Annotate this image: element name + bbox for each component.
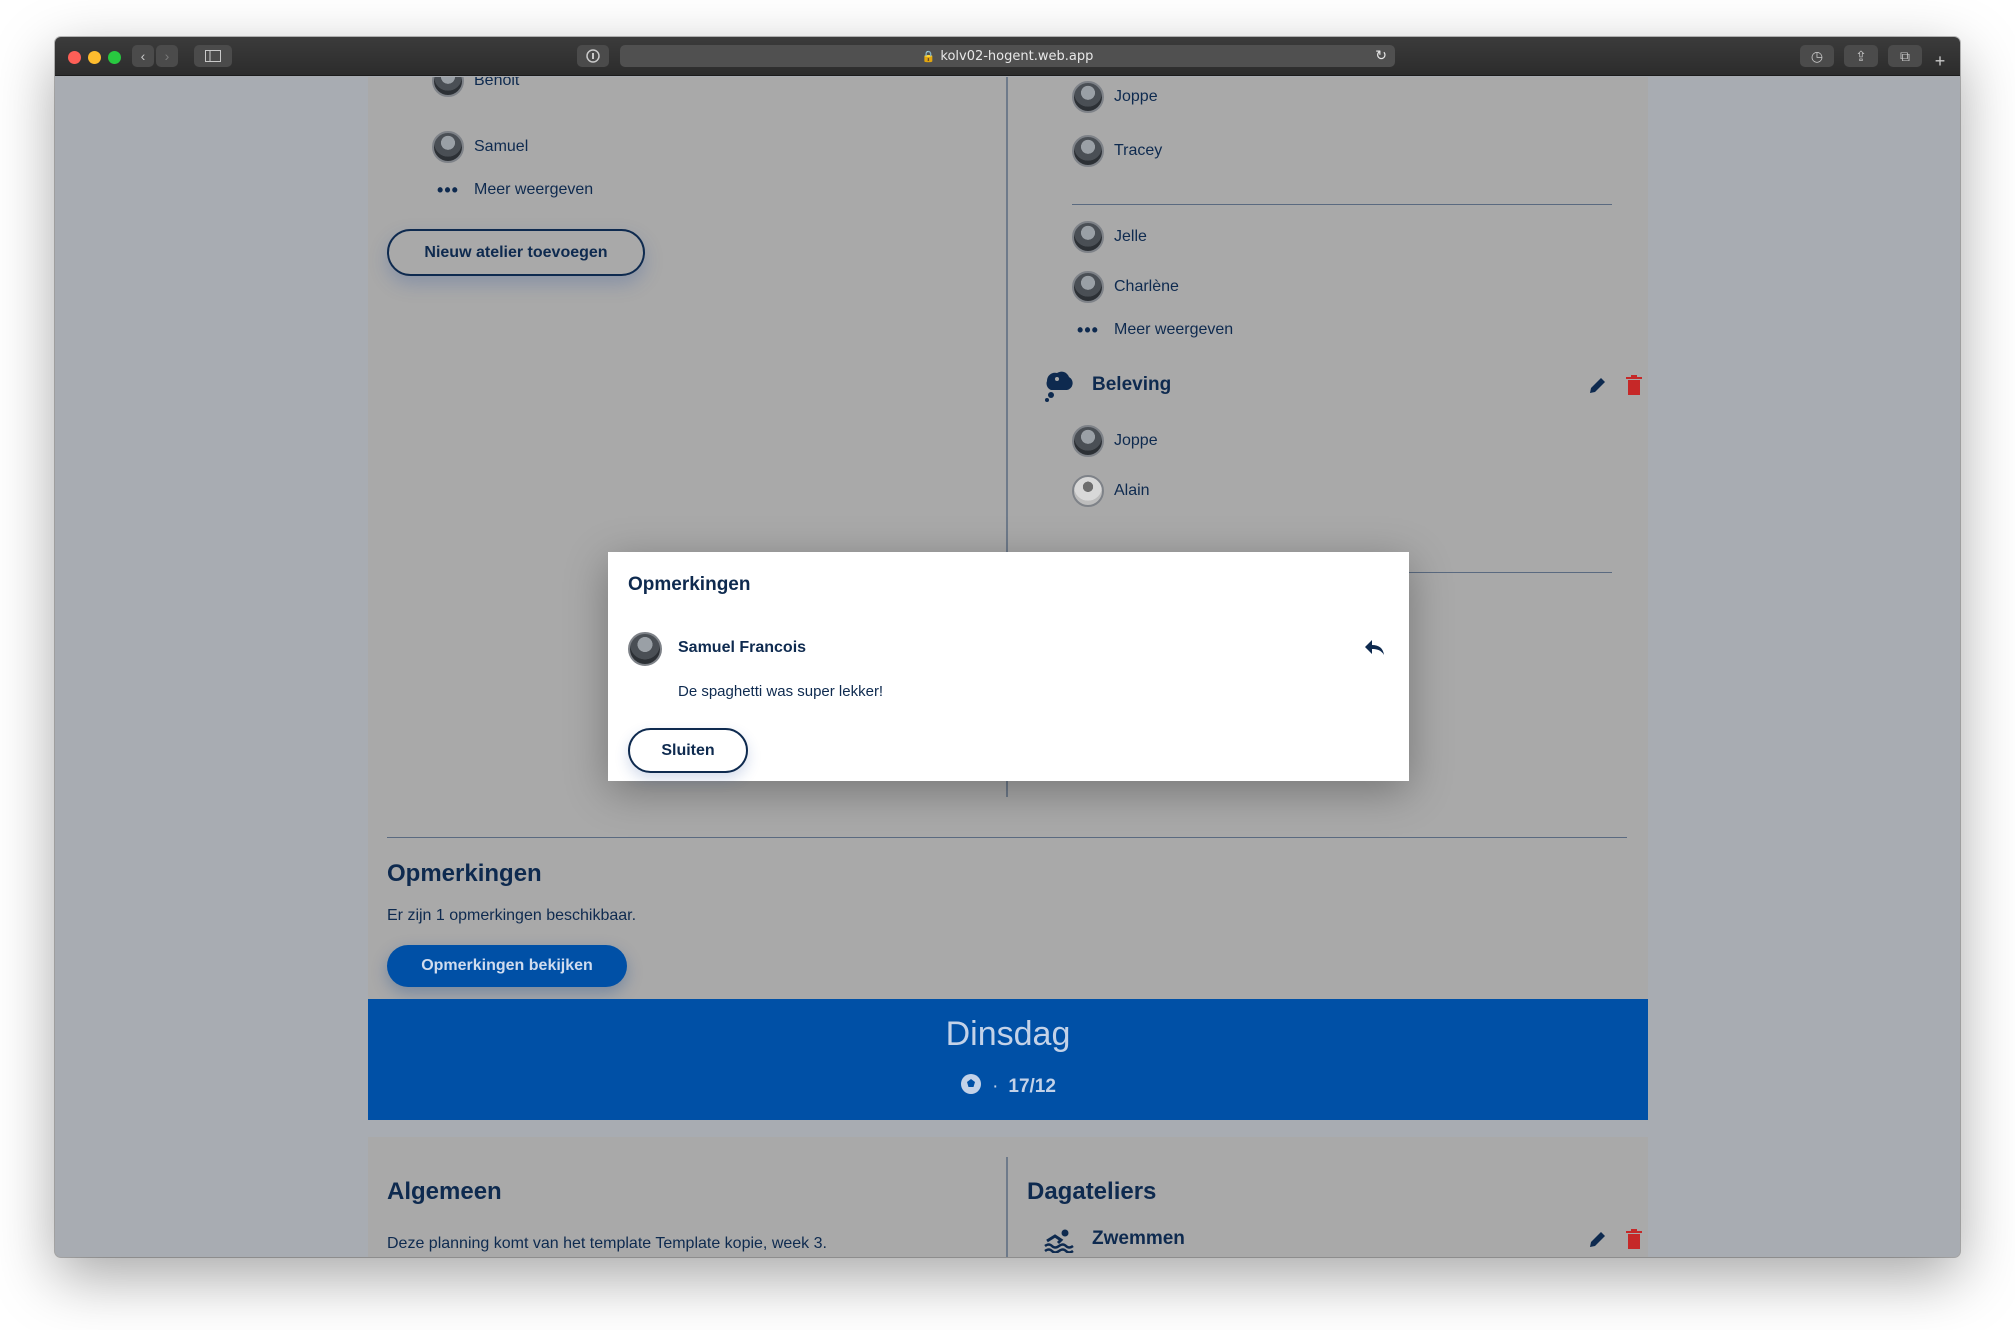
member-alain: Alain: [1072, 475, 1150, 507]
group-divider: [1072, 204, 1612, 205]
url-text: kolv02-hogent.web.app: [940, 48, 1094, 64]
day-workshops-title: Dagateliers: [1027, 1178, 1157, 1205]
column-divider: [1006, 1157, 1008, 1257]
member-name: Joppe: [1114, 88, 1158, 105]
more-dots-icon: •••: [1077, 320, 1099, 340]
add-workshop-button[interactable]: Nieuw atelier toevoegen: [387, 229, 645, 276]
share-icon[interactable]: ⇪: [1844, 45, 1878, 67]
show-more-link-right[interactable]: ••• Meer weergeven: [1072, 321, 1233, 339]
workshop-name: Zwemmen: [1092, 1228, 1185, 1249]
remarks-dialog: Opmerkingen Samuel Francois De spaghetti…: [608, 552, 1409, 781]
more-dots-icon: •••: [437, 180, 459, 200]
remarks-section-title: Opmerkingen: [387, 860, 542, 887]
member-benoit: Benoit: [432, 77, 519, 97]
edit-icon[interactable]: [1586, 373, 1610, 397]
delete-icon[interactable]: [1622, 373, 1646, 397]
member-name: Alain: [1114, 482, 1150, 499]
sidebar-toggle-icon[interactable]: [194, 45, 232, 67]
browser-window: ‹ › 🔒 kolv02-hogent.web.app ↻ ◷ ⇪ ⧉ + Be…: [55, 37, 1960, 1257]
privacy-report-icon[interactable]: [577, 45, 609, 67]
reply-icon[interactable]: [1363, 638, 1387, 660]
soccer-ball-icon: [960, 1073, 982, 1101]
day-card: [368, 77, 1648, 1017]
member-name: Tracey: [1114, 142, 1163, 159]
avatar: [1072, 135, 1104, 167]
member-name: Jelle: [1114, 228, 1147, 245]
day-header: Dinsdag · 17/12: [368, 999, 1648, 1120]
member-name: Charlène: [1114, 278, 1179, 295]
new-tab-icon[interactable]: +: [1930, 51, 1950, 71]
day-meta: · 17/12: [368, 1073, 1648, 1101]
member-name: Joppe: [1114, 432, 1158, 449]
day-date: 17/12: [1008, 1076, 1056, 1097]
avatar: [1072, 425, 1104, 457]
remark-author: Samuel Francois: [678, 639, 807, 656]
avatar: [1072, 221, 1104, 253]
member-samuel: Samuel: [432, 131, 528, 163]
avatar: [1072, 81, 1104, 113]
swimming-icon: [1043, 1227, 1075, 1254]
remarks-count-text: Er zijn 1 opmerkingen beschikbaar.: [387, 907, 637, 924]
member-name: Samuel: [474, 138, 529, 155]
thought-bubble-icon: [1039, 367, 1075, 403]
history-icon[interactable]: ◷: [1800, 45, 1834, 67]
avatar: [432, 131, 464, 163]
edit-icon[interactable]: [1586, 1227, 1610, 1251]
member-charlene: Charlène: [1072, 271, 1179, 303]
member-jelle: Jelle: [1072, 221, 1147, 253]
view-remarks-button[interactable]: Opmerkingen bekijken: [387, 945, 627, 987]
general-text: Deze planning komt van het template Temp…: [387, 1235, 827, 1252]
minimize-window-button[interactable]: [88, 51, 101, 64]
close-dialog-button[interactable]: Sluiten: [628, 728, 748, 773]
remark-message: De spaghetti was super lekker!: [678, 683, 884, 700]
address-bar[interactable]: 🔒 kolv02-hogent.web.app ↻: [620, 45, 1395, 67]
author-avatar: [628, 632, 662, 666]
member-joppe: Joppe: [1072, 81, 1158, 113]
lock-icon: 🔒: [921, 49, 936, 63]
forward-icon[interactable]: ›: [156, 45, 178, 67]
avatar: [1072, 475, 1104, 507]
member-joppe-beleving: Joppe: [1072, 425, 1158, 457]
day-name: Dinsdag: [945, 1015, 1071, 1053]
browser-toolbar: ‹ › 🔒 kolv02-hogent.web.app ↻ ◷ ⇪ ⧉ +: [55, 37, 1960, 76]
general-title: Algemeen: [387, 1178, 502, 1205]
member-name: Benoit: [474, 77, 520, 89]
activity-title: Beleving: [1092, 374, 1172, 395]
avatar: [1072, 271, 1104, 303]
day-separator: ·: [992, 1076, 999, 1097]
tabs-overview-icon[interactable]: ⧉: [1888, 45, 1922, 67]
reload-icon[interactable]: ↻: [1375, 48, 1387, 64]
show-more-link-left[interactable]: ••• Meer weergeven: [432, 181, 593, 199]
section-divider: [387, 837, 1627, 838]
dialog-title: Opmerkingen: [628, 574, 751, 595]
close-window-button[interactable]: [68, 51, 81, 64]
zoom-window-button[interactable]: [108, 51, 121, 64]
avatar: [432, 77, 464, 97]
delete-icon[interactable]: [1622, 1227, 1646, 1251]
back-icon[interactable]: ‹: [132, 45, 154, 67]
member-tracey: Tracey: [1072, 135, 1162, 167]
